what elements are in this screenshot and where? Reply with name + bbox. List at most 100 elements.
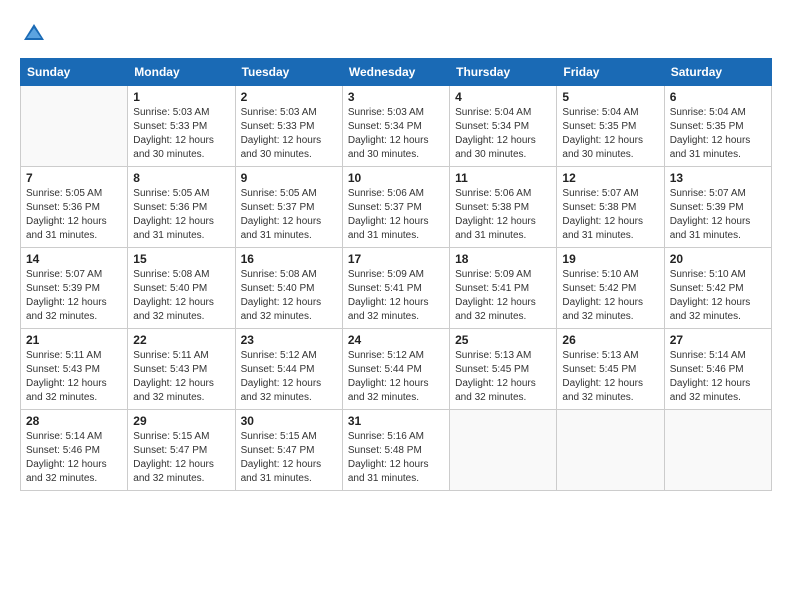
- calendar-cell: 8 Sunrise: 5:05 AM Sunset: 5:36 PM Daylig…: [128, 167, 235, 248]
- day-info: Sunrise: 5:03 AM Sunset: 5:33 PM Dayligh…: [241, 106, 337, 162]
- calendar-cell: [21, 86, 128, 167]
- day-number: 20: [670, 252, 766, 266]
- calendar-cell: 3 Sunrise: 5:03 AM Sunset: 5:34 PM Daylig…: [342, 86, 449, 167]
- col-header-thursday: Thursday: [450, 59, 557, 86]
- calendar-cell: 16 Sunrise: 5:08 AM Sunset: 5:40 PM Dayli…: [235, 248, 342, 329]
- calendar-cell: 22Sunrise: 5:11 AM Sunset: 5:43 PM Dayli…: [128, 329, 235, 410]
- calendar-cell: 9 Sunrise: 5:05 AM Sunset: 5:37 PM Daylig…: [235, 167, 342, 248]
- calendar-cell: 31Sunrise: 5:16 AM Sunset: 5:48 PM Dayli…: [342, 410, 449, 491]
- day-number: 3: [348, 90, 444, 104]
- day-info: Sunrise: 5:10 AM Sunset: 5:42 PM Dayligh…: [670, 268, 766, 324]
- day-number: 26: [562, 333, 658, 347]
- calendar-cell: 11 Sunrise: 5:06 AM Sunset: 5:38 PM Dayli…: [450, 167, 557, 248]
- calendar-cell: 10 Sunrise: 5:06 AM Sunset: 5:37 PM Dayli…: [342, 167, 449, 248]
- day-number: 9: [241, 171, 337, 185]
- calendar-cell: 28 Sunrise: 5:14 AM Sunset: 5:46 PM Dayli…: [21, 410, 128, 491]
- day-number: 15: [133, 252, 229, 266]
- day-info: Sunrise: 5:03 AM Sunset: 5:33 PM Dayligh…: [133, 106, 229, 162]
- day-info: Sunrise: 5:06 AM Sunset: 5:37 PM Dayligh…: [348, 187, 444, 243]
- day-info: Sunrise: 5:10 AM Sunset: 5:42 PM Dayligh…: [562, 268, 658, 324]
- day-number: 21: [26, 333, 122, 347]
- calendar-cell: 18 Sunrise: 5:09 AM Sunset: 5:41 PM Dayli…: [450, 248, 557, 329]
- calendar-cell: 13 Sunrise: 5:07 AM Sunset: 5:39 PM Dayli…: [664, 167, 771, 248]
- calendar-cell: 23 Sunrise: 5:12 AM Sunset: 5:44 PM Dayli…: [235, 329, 342, 410]
- day-number: 8: [133, 171, 229, 185]
- col-header-monday: Monday: [128, 59, 235, 86]
- day-info: Sunrise: 5:06 AM Sunset: 5:38 PM Dayligh…: [455, 187, 551, 243]
- calendar-cell: 2 Sunrise: 5:03 AM Sunset: 5:33 PM Daylig…: [235, 86, 342, 167]
- day-number: 19: [562, 252, 658, 266]
- calendar-cell: 1 Sunrise: 5:03 AM Sunset: 5:33 PM Daylig…: [128, 86, 235, 167]
- calendar-week-1: 1 Sunrise: 5:03 AM Sunset: 5:33 PM Daylig…: [21, 86, 772, 167]
- col-header-wednesday: Wednesday: [342, 59, 449, 86]
- calendar-cell: [664, 410, 771, 491]
- day-info: Sunrise: 5:09 AM Sunset: 5:41 PM Dayligh…: [455, 268, 551, 324]
- col-header-saturday: Saturday: [664, 59, 771, 86]
- day-number: 18: [455, 252, 551, 266]
- calendar-cell: 14 Sunrise: 5:07 AM Sunset: 5:39 PM Dayli…: [21, 248, 128, 329]
- calendar-cell: 17 Sunrise: 5:09 AM Sunset: 5:41 PM Dayli…: [342, 248, 449, 329]
- day-info: Sunrise: 5:13 AM Sunset: 5:45 PM Dayligh…: [562, 349, 658, 405]
- col-header-friday: Friday: [557, 59, 664, 86]
- calendar-cell: 30Sunrise: 5:15 AM Sunset: 5:47 PM Dayli…: [235, 410, 342, 491]
- day-info: Sunrise: 5:14 AM Sunset: 5:46 PM Dayligh…: [670, 349, 766, 405]
- calendar-cell: [450, 410, 557, 491]
- day-number: 28: [26, 414, 122, 428]
- day-number: 30: [241, 414, 337, 428]
- day-number: 11: [455, 171, 551, 185]
- calendar-cell: 24Sunrise: 5:12 AM Sunset: 5:44 PM Dayli…: [342, 329, 449, 410]
- calendar-cell: 4Sunrise: 5:04 AM Sunset: 5:34 PM Daylig…: [450, 86, 557, 167]
- day-info: Sunrise: 5:14 AM Sunset: 5:46 PM Dayligh…: [26, 430, 122, 486]
- calendar-cell: 20 Sunrise: 5:10 AM Sunset: 5:42 PM Dayli…: [664, 248, 771, 329]
- col-header-sunday: Sunday: [21, 59, 128, 86]
- day-number: 12: [562, 171, 658, 185]
- day-info: Sunrise: 5:09 AM Sunset: 5:41 PM Dayligh…: [348, 268, 444, 324]
- day-info: Sunrise: 5:05 AM Sunset: 5:36 PM Dayligh…: [133, 187, 229, 243]
- day-number: 23: [241, 333, 337, 347]
- day-number: 29: [133, 414, 229, 428]
- calendar-week-2: 7 Sunrise: 5:05 AM Sunset: 5:36 PM Daylig…: [21, 167, 772, 248]
- calendar-cell: 21Sunrise: 5:11 AM Sunset: 5:43 PM Dayli…: [21, 329, 128, 410]
- day-info: Sunrise: 5:13 AM Sunset: 5:45 PM Dayligh…: [455, 349, 551, 405]
- day-info: Sunrise: 5:04 AM Sunset: 5:34 PM Dayligh…: [455, 106, 551, 162]
- calendar-week-5: 28 Sunrise: 5:14 AM Sunset: 5:46 PM Dayli…: [21, 410, 772, 491]
- day-info: Sunrise: 5:07 AM Sunset: 5:38 PM Dayligh…: [562, 187, 658, 243]
- day-info: Sunrise: 5:11 AM Sunset: 5:43 PM Dayligh…: [133, 349, 229, 405]
- day-number: 1: [133, 90, 229, 104]
- day-info: Sunrise: 5:08 AM Sunset: 5:40 PM Dayligh…: [133, 268, 229, 324]
- day-number: 10: [348, 171, 444, 185]
- day-number: 2: [241, 90, 337, 104]
- day-info: Sunrise: 5:12 AM Sunset: 5:44 PM Dayligh…: [348, 349, 444, 405]
- day-info: Sunrise: 5:05 AM Sunset: 5:36 PM Dayligh…: [26, 187, 122, 243]
- day-number: 7: [26, 171, 122, 185]
- calendar-cell: [557, 410, 664, 491]
- day-info: Sunrise: 5:07 AM Sunset: 5:39 PM Dayligh…: [26, 268, 122, 324]
- calendar-cell: 19 Sunrise: 5:10 AM Sunset: 5:42 PM Dayli…: [557, 248, 664, 329]
- day-number: 25: [455, 333, 551, 347]
- day-info: Sunrise: 5:04 AM Sunset: 5:35 PM Dayligh…: [670, 106, 766, 162]
- day-info: Sunrise: 5:12 AM Sunset: 5:44 PM Dayligh…: [241, 349, 337, 405]
- day-info: Sunrise: 5:04 AM Sunset: 5:35 PM Dayligh…: [562, 106, 658, 162]
- day-number: 5: [562, 90, 658, 104]
- day-info: Sunrise: 5:03 AM Sunset: 5:34 PM Dayligh…: [348, 106, 444, 162]
- calendar-cell: 7 Sunrise: 5:05 AM Sunset: 5:36 PM Daylig…: [21, 167, 128, 248]
- calendar-cell: 6 Sunrise: 5:04 AM Sunset: 5:35 PM Daylig…: [664, 86, 771, 167]
- day-number: 6: [670, 90, 766, 104]
- calendar-cell: 5 Sunrise: 5:04 AM Sunset: 5:35 PM Daylig…: [557, 86, 664, 167]
- calendar-week-4: 21 Sunrise: 5:11 AM Sunset: 5:43 PM Dayli…: [21, 329, 772, 410]
- day-number: 13: [670, 171, 766, 185]
- page-header: [20, 20, 772, 48]
- calendar-week-3: 14 Sunrise: 5:07 AM Sunset: 5:39 PM Dayli…: [21, 248, 772, 329]
- calendar-cell: 29Sunrise: 5:15 AM Sunset: 5:47 PM Dayli…: [128, 410, 235, 491]
- calendar-cell: 27 Sunrise: 5:14 AM Sunset: 5:46 PM Dayli…: [664, 329, 771, 410]
- day-number: 27: [670, 333, 766, 347]
- day-info: Sunrise: 5:05 AM Sunset: 5:37 PM Dayligh…: [241, 187, 337, 243]
- day-info: Sunrise: 5:07 AM Sunset: 5:39 PM Dayligh…: [670, 187, 766, 243]
- day-number: 14: [26, 252, 122, 266]
- calendar-table: SundayMondayTuesdayWednesdayThursdayFrid…: [20, 58, 772, 491]
- day-number: 16: [241, 252, 337, 266]
- day-info: Sunrise: 5:08 AM Sunset: 5:40 PM Dayligh…: [241, 268, 337, 324]
- day-number: 17: [348, 252, 444, 266]
- col-header-tuesday: Tuesday: [235, 59, 342, 86]
- logo-icon: [20, 20, 48, 48]
